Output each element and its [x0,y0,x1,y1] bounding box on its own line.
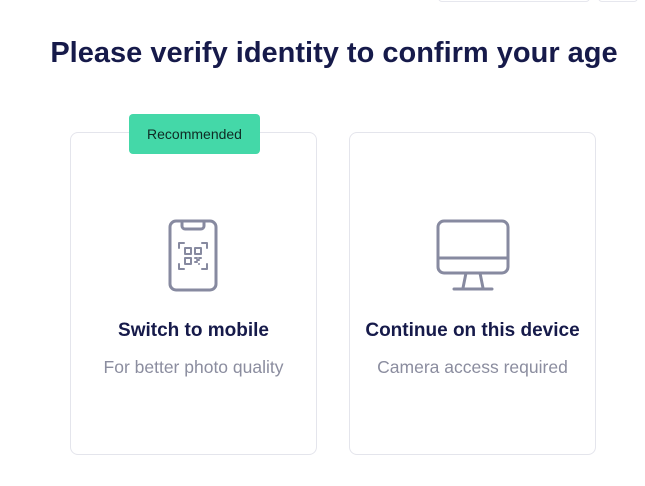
recommended-badge: Recommended [129,114,260,154]
page-title: Please verify identity to confirm your a… [50,37,618,69]
top-small-button[interactable] [598,0,638,2]
continue-on-device-subtitle: Camera access required [377,357,568,377]
continue-on-device-card[interactable]: Continue on this device Camera access re… [349,132,596,455]
switch-to-mobile-subtitle: For better photo quality [103,357,284,377]
continue-on-device-title: Continue on this device [365,320,580,341]
switch-to-mobile-card[interactable]: Switch to mobile For better photo qualit… [70,132,317,455]
switch-to-mobile-title: Switch to mobile [118,320,269,341]
desktop-monitor-icon [350,217,595,293]
mobile-qr-icon [71,217,316,293]
top-dropdown[interactable] [438,0,590,2]
